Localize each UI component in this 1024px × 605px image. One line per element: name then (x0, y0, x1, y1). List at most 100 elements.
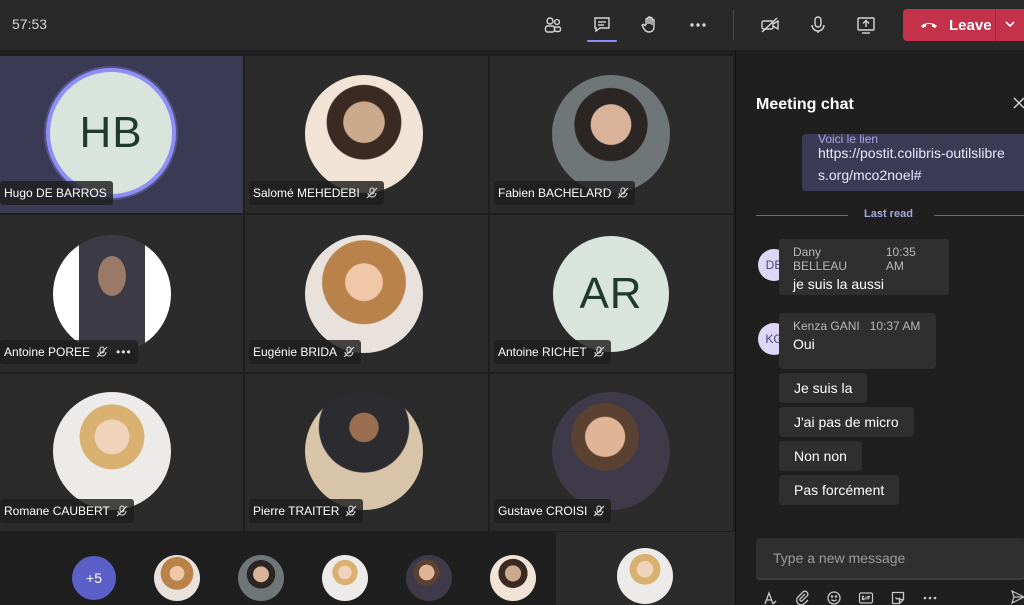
sticker-icon[interactable] (888, 589, 908, 605)
participant-name-tag: Eugénie BRIDA (249, 340, 362, 364)
overflow-participant-avatar[interactable] (406, 555, 452, 601)
video-grid: HB Hugo DE BARROS Salomé MEHEDEBI Fabien… (0, 50, 735, 532)
participant-name-tag: Antoine RICHET (494, 340, 611, 364)
participant-photo (305, 392, 423, 510)
chat-active-indicator (587, 40, 617, 42)
mic-off-icon (366, 187, 378, 199)
participant-tile[interactable]: AR Antoine RICHET (490, 215, 733, 372)
chat-followup-message: Je suis la (779, 373, 868, 403)
overflow-participant-avatar[interactable] (322, 555, 368, 601)
message-timestamp: 10:35 AM (885, 245, 916, 273)
participant-tile[interactable]: Romane CAUBERT (0, 374, 243, 531)
message-text: je suis la aussi (793, 276, 885, 292)
message-author: Dany BELLEAU (793, 245, 848, 273)
chat-panel-title: Meeting chat (756, 96, 854, 113)
mic-off-icon (346, 505, 357, 517)
emoji-icon[interactable] (824, 589, 844, 605)
participant-tile[interactable]: Gustave CROISI (490, 374, 733, 531)
participant-photo (552, 75, 670, 193)
chat-link[interactable]: https://postit.colibris-outilslibres.org… (818, 145, 1005, 183)
share-screen-icon[interactable] (850, 10, 882, 40)
participant-avatar: AR (553, 236, 669, 352)
participant-photo (305, 75, 423, 193)
gif-icon[interactable] (856, 589, 876, 605)
hang-up-icon (921, 23, 937, 28)
divider-line (934, 215, 1024, 216)
more-actions-icon[interactable] (682, 10, 714, 40)
microphone-icon[interactable] (802, 10, 834, 40)
participant-tile[interactable]: Pierre TRAITER (245, 374, 488, 531)
participant-tile[interactable]: Salomé MEHEDEBI (245, 56, 488, 213)
participant-name: Gustave CROISI (498, 504, 588, 518)
participant-photo (552, 392, 670, 510)
participant-name-tag: Hugo DE BARROS (0, 181, 113, 205)
chat-icon[interactable] (586, 10, 618, 40)
cut-off-message-text: Voici le lien (818, 132, 879, 146)
participant-name-tag: Salomé MEHEDEBI (249, 181, 384, 205)
format-icon[interactable] (760, 589, 780, 605)
chat-followup-message: Non non (779, 441, 862, 471)
chat-message-bubble: Kenza GANI 10:37 AM Oui (779, 313, 936, 369)
participant-photo (53, 235, 171, 353)
participant-avatar: HB (46, 68, 176, 198)
attach-icon[interactable] (792, 589, 812, 605)
participant-tile[interactable]: Fabien BACHELARD (490, 56, 733, 213)
participant-name: Pierre TRAITER (253, 504, 340, 518)
participant-tile[interactable]: Antoine POREE ••• (0, 215, 243, 372)
leave-split-divider (995, 9, 996, 41)
participant-name: Romane CAUBERT (4, 504, 110, 518)
chat-followup-message: J'ai pas de micro (779, 407, 914, 437)
leave-button[interactable]: Leave (903, 9, 1024, 41)
send-icon[interactable] (1011, 590, 1024, 604)
participants-icon[interactable] (537, 10, 569, 40)
mic-off-icon (593, 346, 605, 358)
message-compose-input[interactable]: Type a new message (756, 538, 1024, 580)
participant-name: Fabien BACHELARD (498, 186, 612, 200)
overflow-participant-avatar[interactable] (238, 555, 284, 601)
close-icon[interactable] (1012, 96, 1024, 110)
meeting-toolbar: 57:53 Leave (0, 0, 1024, 50)
participant-more-options-icon[interactable]: ••• (116, 345, 132, 359)
camera-off-icon[interactable] (754, 10, 786, 40)
more-options-icon[interactable] (920, 589, 940, 605)
chevron-down-icon[interactable] (1003, 17, 1017, 31)
participant-name: Hugo DE BARROS (4, 186, 107, 200)
chat-followup-message: Pas forcément (779, 475, 900, 505)
participant-name-tag: Gustave CROISI (494, 499, 612, 523)
overflow-participant-avatar[interactable] (154, 555, 200, 601)
participant-photo (305, 235, 423, 353)
last-read-label: Last read (864, 208, 913, 220)
self-view-tile[interactable] (556, 532, 735, 605)
participant-name-tag: Pierre TRAITER (249, 499, 364, 523)
toolbar-separator (733, 10, 734, 40)
participant-tile[interactable]: HB Hugo DE BARROS (0, 56, 243, 213)
mic-off-icon (343, 346, 355, 358)
participant-name: Salomé MEHEDEBI (253, 186, 360, 200)
last-read-divider: Last read (756, 208, 1024, 222)
mic-off-icon (618, 187, 629, 199)
divider-line (756, 215, 848, 216)
mic-off-icon (593, 505, 605, 517)
compose-placeholder: Type a new message (773, 550, 906, 566)
participant-name: Eugénie BRIDA (253, 345, 338, 359)
participant-name-tag: Romane CAUBERT (0, 499, 134, 523)
teams-meeting-window: 57:53 Leave HB Hugo DE BARROS Salomé MEH… (0, 0, 1024, 605)
raise-hand-icon[interactable] (634, 10, 666, 40)
message-timestamp: 10:37 AM (869, 319, 921, 333)
meeting-chat-panel: Meeting chat Voici le lien https://posti… (735, 50, 1024, 605)
leave-button-label: Leave (949, 16, 992, 34)
participant-name-tag: Fabien BACHELARD (494, 181, 636, 205)
chat-message-bubble: Voici le lien https://postit.colibris-ou… (802, 132, 1024, 191)
self-view-photo (617, 548, 673, 604)
participant-tile[interactable]: Eugénie BRIDA (245, 215, 488, 372)
message-author: Kenza GANI (793, 319, 860, 333)
message-text: Oui (793, 336, 815, 352)
participant-name: Antoine POREE (4, 345, 91, 359)
participant-name: Antoine RICHET (498, 345, 587, 359)
overflow-participant-avatar[interactable] (490, 555, 536, 601)
participant-photo (53, 392, 171, 510)
mic-off-icon (96, 346, 108, 358)
compose-toolbar (760, 588, 940, 605)
more-participants-button[interactable]: +5 (72, 556, 116, 600)
meeting-timer: 57:53 (12, 16, 48, 32)
